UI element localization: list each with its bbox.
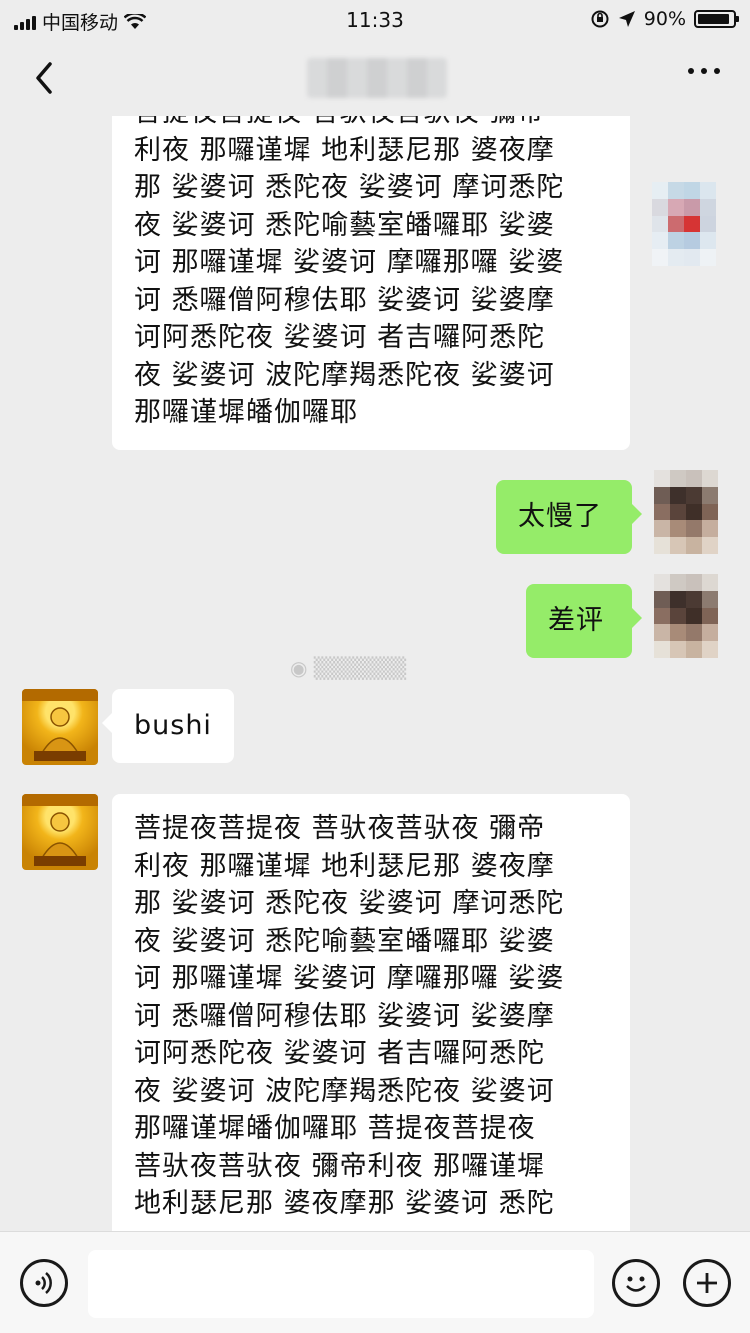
plus-icon[interactable]: [683, 1259, 731, 1307]
message-bubble[interactable]: 太慢了: [496, 480, 642, 554]
location-arrow-icon: [618, 11, 635, 27]
message-bubble[interactable]: bushi: [102, 689, 234, 763]
avatar[interactable]: [654, 574, 718, 658]
voice-icon[interactable]: [20, 1259, 68, 1307]
chevron-left-icon[interactable]: [26, 58, 66, 98]
battery-icon: [694, 10, 739, 28]
message-text: 菩提夜菩提夜 菩驮夜菩驮夜 彌帝 利夜 那囉谨墀 地利瑟尼那 婆夜摩 那 娑婆诃…: [134, 116, 565, 428]
message-text: 差评: [548, 605, 604, 636]
message-list[interactable]: 菩提夜菩提夜 菩驮夜菩驮夜 彌帝 利夜 那囉谨墀 地利瑟尼那 婆夜摩 那 娑婆诃…: [0, 116, 750, 1231]
message-text: 太慢了: [518, 501, 602, 532]
message-bubble[interactable]: 菩提夜菩提夜 菩驮夜菩驮夜 彌帝 利夜 那囉谨墀 地利瑟尼那 婆夜摩 那 娑婆诃…: [112, 794, 630, 1231]
chat-title-redacted: [307, 58, 447, 98]
emoji-icon[interactable]: [612, 1259, 660, 1307]
message-bubble[interactable]: 差评: [526, 584, 642, 658]
avatar[interactable]: [22, 794, 98, 870]
status-right: 90%: [590, 8, 739, 30]
message-text: 菩提夜菩提夜 菩驮夜菩驮夜 彌帝 利夜 那囉谨墀 地利瑟尼那 婆夜摩 那 娑婆诃…: [134, 813, 565, 1219]
more-dots-icon[interactable]: [688, 68, 720, 74]
status-bar: 中国移动 11:33 90%: [0, 0, 750, 40]
battery-percent: 90%: [643, 8, 686, 30]
avatar[interactable]: [654, 470, 718, 554]
avatar[interactable]: [22, 689, 98, 765]
chat-header: [0, 40, 750, 116]
message-bubble[interactable]: 菩提夜菩提夜 菩驮夜菩驮夜 彌帝 利夜 那囉谨墀 地利瑟尼那 婆夜摩 那 娑婆诃…: [112, 116, 630, 450]
message-input[interactable]: [88, 1250, 594, 1318]
message-text: bushi: [134, 710, 212, 741]
avatar[interactable]: [652, 182, 716, 266]
screen-rotation-lock-icon: [591, 10, 609, 28]
input-bar: [0, 1231, 750, 1333]
watermark: ◉ ▒▒▒▒▒▒: [290, 656, 407, 680]
